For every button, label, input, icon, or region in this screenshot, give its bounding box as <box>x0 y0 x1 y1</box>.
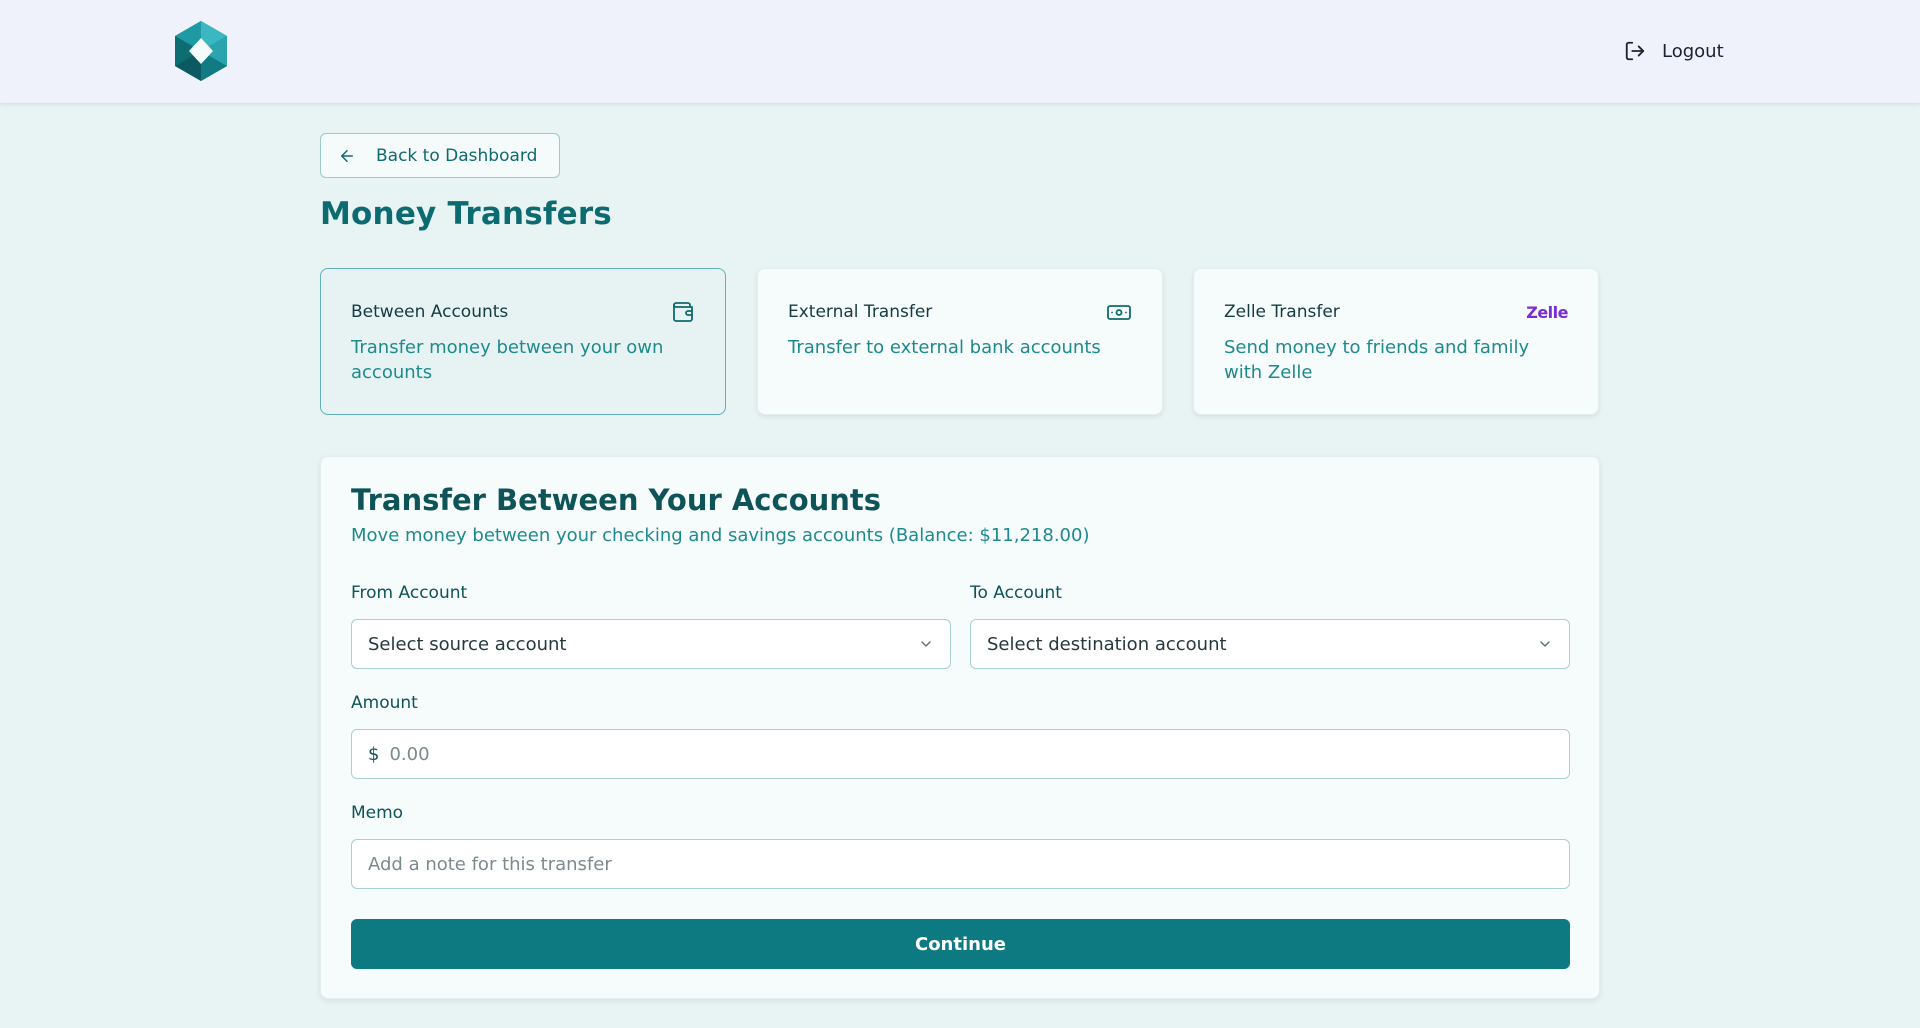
hexagon-logo-icon[interactable] <box>175 21 227 81</box>
memo-placeholder: Add a note for this transfer <box>368 853 612 875</box>
to-account-label: To Account <box>970 583 1062 603</box>
back-to-dashboard-label: Back to Dashboard <box>376 145 538 166</box>
from-account-select[interactable]: Select source account <box>351 619 951 669</box>
transfer-type-between-accounts[interactable]: Between Accounts Transfer money between … <box>320 268 726 415</box>
card-description: Transfer money between your own accounts <box>351 337 664 383</box>
to-account-value: Select destination account <box>987 633 1227 655</box>
logout-icon <box>1625 41 1645 61</box>
chevron-down-icon <box>921 641 931 647</box>
form-title: Transfer Between Your Accounts <box>351 483 882 517</box>
memo-label: Memo <box>351 803 404 823</box>
card-description: Transfer to external bank accounts <box>788 337 1101 358</box>
zelle-icon: Zelle <box>1526 302 1568 322</box>
card-title: Zelle Transfer <box>1224 302 1340 322</box>
banknote-icon <box>1107 305 1131 320</box>
form-subtitle: Move money between your checking and sav… <box>351 525 1090 546</box>
card-title: Between Accounts <box>351 302 509 322</box>
top-header: Logout <box>0 0 1920 103</box>
memo-input[interactable]: Add a note for this transfer <box>351 839 1570 889</box>
arrow-left-icon <box>341 149 353 162</box>
continue-button[interactable]: Continue <box>351 919 1570 969</box>
from-account-value: Select source account <box>368 633 567 655</box>
page-title: Money Transfers <box>320 196 612 232</box>
wallet-icon <box>673 302 693 322</box>
logout-label: Logout <box>1662 40 1724 62</box>
from-account-label: From Account <box>351 583 468 603</box>
amount-input[interactable]: $ 0.00 <box>351 729 1570 779</box>
card-description: Send money to friends and family with Ze… <box>1224 337 1530 383</box>
dollar-prefix: $ <box>368 743 380 765</box>
transfer-form-panel: Transfer Between Your Accounts Move mone… <box>320 456 1600 999</box>
chevron-down-icon <box>1540 641 1550 647</box>
card-title: External Transfer <box>788 302 933 322</box>
transfer-type-external[interactable]: External Transfer Transfer to external b… <box>757 268 1163 415</box>
amount-label: Amount <box>351 693 418 713</box>
logout-button[interactable]: Logout <box>1624 36 1724 66</box>
amount-placeholder: 0.00 <box>389 743 430 765</box>
transfer-type-zelle[interactable]: Zelle Transfer Zelle Send money to frien… <box>1193 268 1599 415</box>
back-to-dashboard-button[interactable]: Back to Dashboard <box>320 133 560 178</box>
to-account-select[interactable]: Select destination account <box>970 619 1570 669</box>
